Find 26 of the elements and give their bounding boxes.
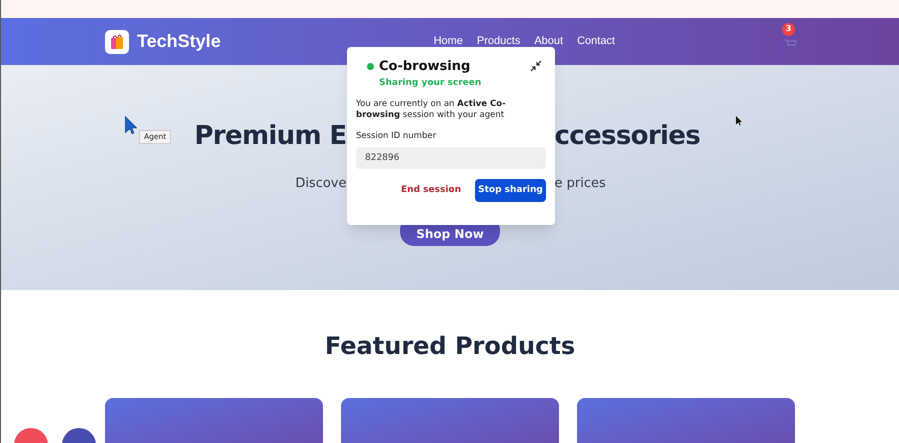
session-label: Session ID number: [356, 130, 438, 143]
nav-link[interactable]: Products: [476, 33, 520, 50]
section-title: Featured Products: [324, 331, 576, 362]
session-id-field[interactable]: 822896: [356, 146, 546, 169]
hero-title: Premium E: [194, 120, 346, 153]
nav-link[interactable]: About: [534, 33, 564, 50]
nav-link[interactable]: Home: [434, 33, 463, 50]
hero-subtitle: e prices: [554, 175, 606, 193]
brand-name: TechStyle: [137, 30, 221, 53]
hero-subtitle: Discove: [295, 175, 346, 193]
product-card[interactable]: [341, 398, 559, 443]
cart-icon[interactable]: [785, 38, 797, 48]
stop-sharing-button[interactable]: Stop sharing: [475, 178, 546, 202]
sharing-status: Sharing your screen: [379, 76, 482, 90]
end-session-button[interactable]: End session: [401, 184, 461, 197]
panel-title: Co-browsing: [379, 58, 470, 76]
shopping-bags-icon: [105, 30, 129, 54]
agent-cursor-icon: [125, 116, 137, 134]
mouse-cursor-icon: [736, 116, 742, 126]
session-message: You are currently on an Active Co-browsing session with your agent: [356, 99, 507, 121]
minimize-icon[interactable]: [530, 60, 542, 72]
nav-link[interactable]: Contact: [577, 33, 615, 50]
cart-badge: 3: [782, 22, 795, 36]
product-card[interactable]: [105, 398, 323, 443]
product-card[interactable]: [577, 398, 795, 443]
hero-title: ccessories: [554, 120, 700, 153]
